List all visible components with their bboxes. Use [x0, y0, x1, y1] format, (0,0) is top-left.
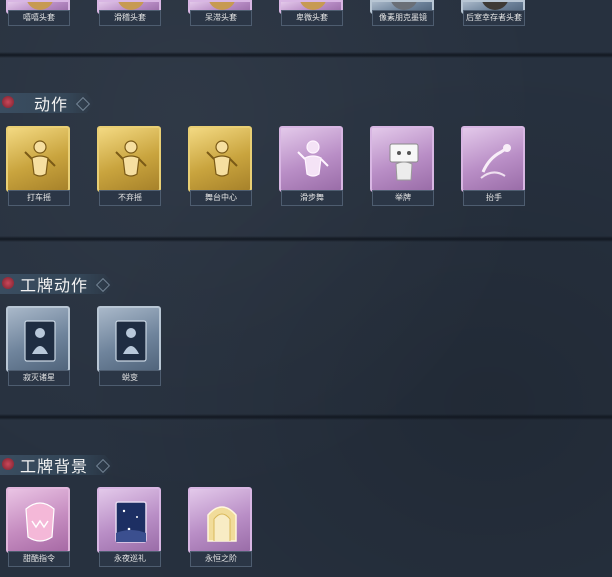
- item-card[interactable]: 永夜巡礼: [97, 487, 161, 569]
- item-card-face: [6, 487, 70, 553]
- item-card[interactable]: 永恒之阶: [188, 487, 252, 569]
- item-label: 后室幸存者头套: [463, 10, 525, 26]
- dancer-icon: [293, 138, 333, 184]
- golden-gate-icon: [202, 499, 242, 545]
- diamond-icon: [95, 458, 111, 474]
- section-title: 工牌背景: [20, 457, 89, 476]
- diamond-icon: [95, 277, 111, 293]
- section-title: 动作: [34, 95, 69, 114]
- item-label: 寂灭诸星: [8, 370, 70, 386]
- item-card[interactable]: 后室幸存者头套: [461, 0, 525, 28]
- item-card[interactable]: 抬手: [461, 126, 525, 208]
- item-label: 呆滞头套: [190, 10, 252, 26]
- item-card[interactable]: 甜酷指令: [6, 487, 70, 569]
- dancer-icon: [202, 138, 242, 184]
- item-card-face: [97, 306, 161, 372]
- section-header-badge-actions: 工牌动作: [0, 273, 115, 295]
- item-card[interactable]: 打车摇: [6, 126, 70, 208]
- item-card-face: [6, 306, 70, 372]
- divider: [0, 236, 612, 242]
- item-label: 卑微头套: [281, 10, 343, 26]
- item-label: 蜕变: [99, 370, 161, 386]
- item-label: 永夜巡礼: [99, 551, 161, 567]
- item-card[interactable]: 嘻嘻头套: [6, 0, 70, 28]
- item-card[interactable]: 不弃摇: [97, 126, 161, 208]
- item-card[interactable]: 滑步舞: [279, 126, 343, 208]
- item-label: 抬手: [463, 190, 525, 206]
- item-label: 像素朋克墨镜: [372, 10, 434, 26]
- hand-icon: [475, 138, 515, 184]
- dancer-icon: [111, 138, 151, 184]
- diamond-icon: [75, 96, 91, 112]
- item-card-face: [6, 126, 70, 192]
- item-card-face: [370, 126, 434, 192]
- item-card[interactable]: 呆滞头套: [188, 0, 252, 28]
- mask-icon: [117, 2, 145, 10]
- pink-creature-icon: [20, 499, 60, 545]
- item-card[interactable]: 寂灭诸星: [6, 306, 70, 388]
- item-card-face: [97, 126, 161, 192]
- item-label: 滑步舞: [281, 190, 343, 206]
- rose-icon: [2, 277, 14, 289]
- item-card-face: [279, 126, 343, 192]
- item-label: 甜酷指令: [8, 551, 70, 567]
- mask-icon: [481, 2, 509, 10]
- item-card[interactable]: 卑微头套: [279, 0, 343, 28]
- item-label: 打车摇: [8, 190, 70, 206]
- item-label: 不弃摇: [99, 190, 161, 206]
- mask-icon: [390, 2, 418, 10]
- section-header-actions: 动作: [0, 92, 95, 114]
- divider: [0, 414, 612, 420]
- item-card[interactable]: 像素朋克墨镜: [370, 0, 434, 28]
- item-card-face: [461, 126, 525, 192]
- item-card[interactable]: 舞台中心: [188, 126, 252, 208]
- item-label: 举牌: [372, 190, 434, 206]
- item-card[interactable]: 蜕变: [97, 306, 161, 388]
- card-figure-icon: [111, 318, 151, 364]
- card-figure-icon: [20, 318, 60, 364]
- item-label: 滑稽头套: [99, 10, 161, 26]
- mask-icon: [208, 2, 236, 10]
- item-label: 舞台中心: [190, 190, 252, 206]
- item-card-face: [188, 487, 252, 553]
- item-card[interactable]: 滑稽头套: [97, 0, 161, 28]
- dancer-icon: [20, 138, 60, 184]
- item-card-face: [188, 126, 252, 192]
- item-label: 永恒之阶: [190, 551, 252, 567]
- item-card[interactable]: 举牌: [370, 126, 434, 208]
- sign-icon: [384, 138, 424, 184]
- section-title: 工牌动作: [20, 276, 89, 295]
- mask-icon: [26, 2, 54, 10]
- rose-icon: [2, 458, 14, 470]
- item-label: 嘻嘻头套: [8, 10, 70, 26]
- starry-frame-icon: [111, 499, 151, 545]
- mask-icon: [299, 2, 327, 10]
- item-card-face: [97, 487, 161, 553]
- section-header-badge-backgrounds: 工牌背景: [0, 454, 115, 476]
- rose-icon: [2, 96, 14, 108]
- divider: [0, 52, 612, 58]
